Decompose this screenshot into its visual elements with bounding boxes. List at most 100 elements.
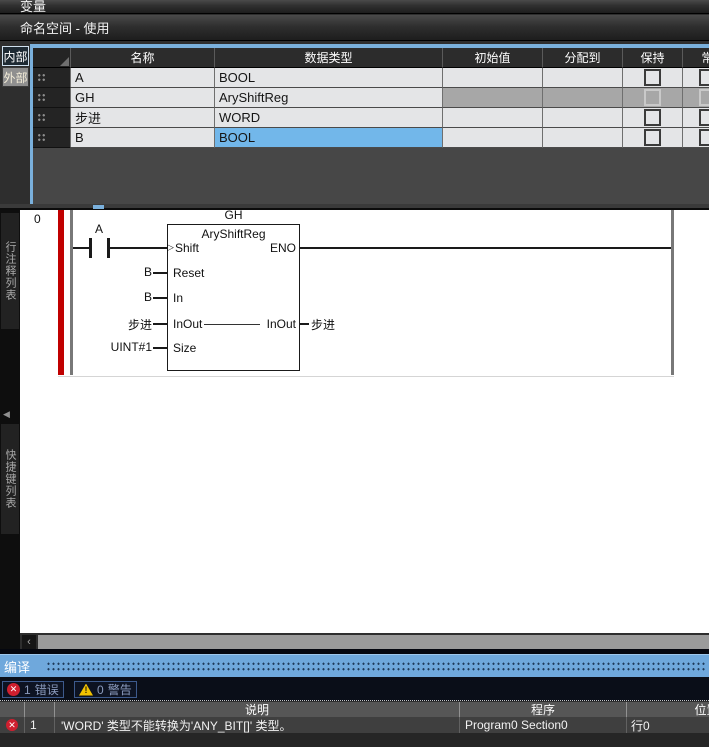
cell-initial[interactable] xyxy=(443,128,543,148)
error-row-icon-cell[interactable]: ✕ xyxy=(0,717,25,733)
error-icon: ✕ xyxy=(7,683,20,696)
cell-constant xyxy=(683,128,709,148)
cell-datatype-selected[interactable]: BOOL xyxy=(215,128,443,148)
tab-rung-comment-list[interactable]: 行注释列表 xyxy=(1,213,19,329)
edge-trigger-icon: ▷ xyxy=(167,242,174,253)
cell-datatype[interactable]: WORD xyxy=(215,108,443,128)
column-header-constant: 常 xyxy=(683,48,709,68)
cell-initial[interactable] xyxy=(443,108,543,128)
row-grip-icon xyxy=(37,93,46,103)
row-selector[interactable] xyxy=(33,108,71,128)
left-power-rail xyxy=(70,210,73,375)
row-selector[interactable] xyxy=(33,128,71,148)
wire xyxy=(110,247,167,249)
contact-bar-left[interactable] xyxy=(89,238,92,258)
right-power-rail xyxy=(671,210,674,375)
row-selector[interactable] xyxy=(33,88,71,108)
cell-initial-disabled xyxy=(443,88,543,108)
operand-inout-left[interactable]: 步进 xyxy=(106,316,152,333)
row-grip-icon xyxy=(37,73,46,83)
warning-count: 0 xyxy=(97,683,104,697)
cell-initial[interactable] xyxy=(443,68,543,88)
retain-checkbox-disabled xyxy=(644,89,661,106)
build-panel-footer xyxy=(0,733,709,747)
namespace-label: 命名空间 - 使用 xyxy=(20,18,110,37)
error-header-icon-col xyxy=(0,702,25,717)
operand-inout-right[interactable]: 步进 xyxy=(311,316,335,333)
warning-icon: ! xyxy=(79,684,93,696)
sidebar-collapse-arrow-icon[interactable]: ◀ xyxy=(3,409,10,420)
tab-external[interactable]: 外部 xyxy=(2,67,29,87)
build-header-dots-texture xyxy=(46,661,706,672)
retain-checkbox[interactable] xyxy=(644,69,661,86)
fb-instance-name[interactable]: GH xyxy=(167,208,300,222)
cell-name[interactable]: 步进 xyxy=(71,108,215,128)
fb-pin-inout-left[interactable]: InOut xyxy=(173,317,202,331)
scroll-left-button[interactable]: ‹ xyxy=(22,635,36,649)
cell-retain-disabled xyxy=(623,88,683,108)
fb-pin-shift[interactable]: Shift xyxy=(175,241,199,255)
error-icon: ✕ xyxy=(6,719,18,731)
cell-retain xyxy=(623,128,683,148)
warning-label: 警告 xyxy=(108,681,132,698)
operand-size[interactable]: UINT#1 xyxy=(100,340,152,354)
tab-internal-label: 内部 xyxy=(3,48,27,65)
row-grip-icon xyxy=(37,133,46,143)
error-row-program[interactable]: Program0 Section0 xyxy=(460,717,627,733)
operand-reset[interactable]: B xyxy=(110,265,152,279)
constant-checkbox[interactable] xyxy=(699,69,709,86)
cell-datatype[interactable]: AryShiftReg xyxy=(215,88,443,108)
wire xyxy=(300,323,309,325)
column-header-name: 名称 xyxy=(71,48,215,68)
wire xyxy=(153,323,167,325)
cell-assign-disabled xyxy=(543,88,623,108)
rung-number[interactable]: 0 xyxy=(34,212,41,226)
tab-internal[interactable]: 内部 xyxy=(2,46,29,66)
error-row-location[interactable]: 行0 xyxy=(627,717,709,733)
cell-name[interactable]: GH xyxy=(71,88,215,108)
cell-assign[interactable] xyxy=(543,108,623,128)
fb-pin-size[interactable]: Size xyxy=(173,341,196,355)
select-all-corner-icon xyxy=(60,57,69,66)
cell-constant xyxy=(683,108,709,128)
fb-pin-reset[interactable]: Reset xyxy=(173,266,204,280)
column-header-initial: 初始值 xyxy=(443,48,543,68)
fb-type-name: AryShiftReg xyxy=(169,227,298,241)
error-row-description[interactable]: 'WORD' 类型不能转换为'ANY_BIT[]' 类型。 xyxy=(55,717,460,733)
splitter-handle[interactable] xyxy=(93,205,104,209)
retain-checkbox[interactable] xyxy=(644,109,661,126)
cell-assign[interactable] xyxy=(543,128,623,148)
error-row-num[interactable]: 1 xyxy=(25,717,55,733)
contact-operand[interactable]: A xyxy=(88,222,110,236)
retain-checkbox[interactable] xyxy=(644,129,661,146)
eno-wire xyxy=(300,247,671,249)
wire xyxy=(153,347,167,349)
warning-filter-button[interactable]: ! 0 警告 xyxy=(74,681,137,698)
error-header-description: 说明 xyxy=(55,702,460,717)
cell-name[interactable]: B xyxy=(71,128,215,148)
constant-checkbox[interactable] xyxy=(699,109,709,126)
cell-datatype[interactable]: BOOL xyxy=(215,68,443,88)
tab-external-label: 外部 xyxy=(3,69,27,86)
constant-checkbox[interactable] xyxy=(699,129,709,146)
operand-in[interactable]: B xyxy=(110,290,152,304)
variables-title: 变量 xyxy=(20,0,46,15)
fb-pin-eno[interactable]: ENO xyxy=(240,241,296,255)
row-selector[interactable] xyxy=(33,68,71,88)
wire xyxy=(153,297,167,299)
error-filter-button[interactable]: ✕ 1 错误 xyxy=(2,681,64,698)
column-header-assign: 分配到 xyxy=(543,48,623,68)
rung-separator xyxy=(58,376,674,377)
horizontal-scrollbar-thumb[interactable] xyxy=(38,635,709,649)
error-header-program: 程序 xyxy=(460,702,627,717)
cell-retain xyxy=(623,68,683,88)
build-panel-title: 编译 xyxy=(4,657,30,676)
cell-constant xyxy=(683,68,709,88)
error-header-location: 位置 xyxy=(627,702,709,717)
select-all-cell[interactable] xyxy=(33,48,71,68)
tab-shortcut-key-list[interactable]: 快捷键列表 xyxy=(1,424,19,534)
column-header-datatype: 数据类型 xyxy=(215,48,443,68)
fb-pin-in[interactable]: In xyxy=(173,291,183,305)
cell-name[interactable]: A xyxy=(71,68,215,88)
cell-assign[interactable] xyxy=(543,68,623,88)
